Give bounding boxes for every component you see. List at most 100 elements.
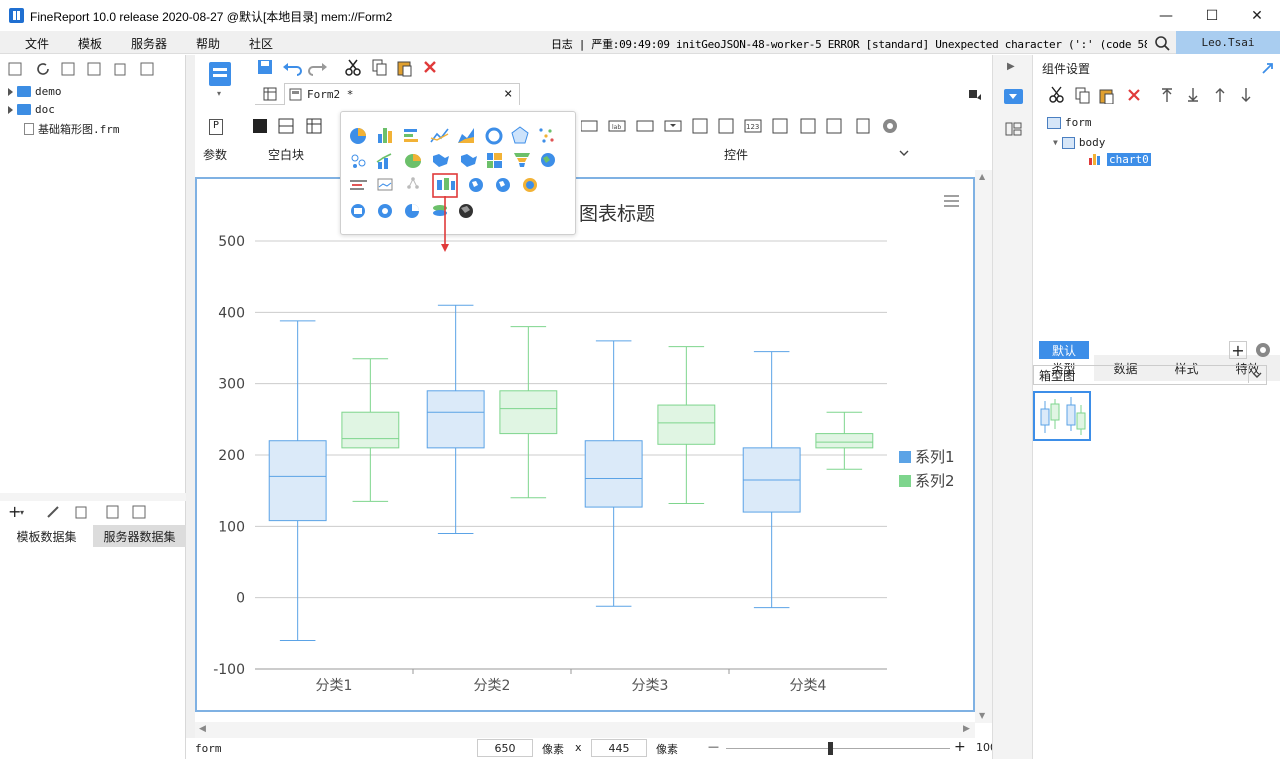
form-icon	[289, 88, 302, 101]
component-settings-icon[interactable]	[1004, 89, 1023, 104]
box-2-1[interactable]	[341, 358, 400, 502]
tab-close-icon[interactable]: ×	[504, 86, 512, 102]
scroll-left-icon[interactable]: ◀	[199, 724, 206, 734]
menu-community[interactable]: 社区	[249, 35, 273, 52]
chart-title[interactable]: 图表标题	[579, 203, 655, 225]
grid-icon[interactable]	[263, 87, 277, 101]
x-axis: 分类1 分类2 分类3 分类4	[316, 669, 827, 694]
group-blank-label: 空白块	[268, 148, 305, 162]
scroll-up-icon[interactable]: ▲	[979, 172, 985, 181]
log-message[interactable]: 日志 | 严重:09:49:09 initGeoJSON-48-worker-5…	[551, 36, 1147, 52]
left-toolbar	[8, 62, 154, 76]
radar-chart-icon	[511, 126, 529, 144]
heatmap-chart-icon	[351, 204, 365, 218]
x-tick-label: 分类3	[632, 678, 669, 694]
close-window-button[interactable]: ✕	[1234, 0, 1280, 31]
box-1-4[interactable]	[742, 351, 801, 609]
chevron-down-icon[interactable]	[898, 148, 910, 158]
zoom-slider-track[interactable]	[726, 748, 950, 749]
folder-icon	[17, 104, 31, 115]
panel-divider[interactable]	[0, 493, 186, 501]
template-menu-icon[interactable]: ▾	[207, 60, 233, 96]
width-input[interactable]: 650	[477, 739, 533, 757]
default-button[interactable]: 默认	[1039, 341, 1089, 359]
bubble-chart-icon	[351, 154, 366, 168]
box-1-2[interactable]	[426, 304, 485, 534]
scroll-down-icon[interactable]: ▼	[979, 711, 985, 720]
tree-item-file[interactable]: 基础箱形图.frm	[24, 121, 120, 137]
tree-node-chart0[interactable]: chart0	[1088, 152, 1151, 166]
collapse-right-icon[interactable]: ▶	[1007, 61, 1015, 72]
menu-server[interactable]: 服务器	[131, 35, 167, 52]
svg-text:123: 123	[746, 123, 759, 131]
box-2-3[interactable]	[657, 346, 716, 505]
group-widgets-label: 控件	[724, 148, 749, 162]
x-tick-label: 分类1	[316, 678, 353, 694]
chart-type-select[interactable]: 箱型图	[1033, 365, 1267, 385]
splitter[interactable]	[186, 55, 195, 759]
tree-item-label: 基础箱形图.frm	[38, 123, 120, 136]
chart-subtype-boxplot[interactable]	[1033, 391, 1091, 441]
boxplot-thumbnail-icon	[1040, 397, 1086, 435]
vertical-scrollbar[interactable]: ▲ ▼	[975, 170, 992, 723]
form-canvas[interactable]: -100 0 100 200 300 400 500 分类1 分类2 分类3 分类4 图表标题 系…	[195, 177, 975, 712]
tab-template-dataset[interactable]: 模板数据集	[0, 525, 93, 547]
box-body	[426, 390, 485, 449]
box-1-1[interactable]	[268, 320, 327, 641]
param-icon[interactable]: P	[209, 119, 223, 135]
tree-node-form[interactable]: form	[1047, 116, 1092, 129]
layout-icon[interactable]	[1005, 122, 1023, 136]
horizontal-scrollbar[interactable]: ◀ ▶	[195, 722, 975, 738]
expand-icon[interactable]	[8, 87, 13, 96]
add-button[interactable]: +	[1229, 341, 1247, 360]
component-toolbar[interactable]	[1047, 86, 1257, 104]
tree-node-label: body	[1078, 136, 1106, 149]
panel-toggle-icon[interactable]	[968, 88, 982, 100]
user-badge[interactable]: Leo.Tsai	[1176, 31, 1280, 54]
box-1-3[interactable]	[584, 340, 643, 607]
legend-label[interactable]: 系列2	[915, 472, 955, 490]
blank-block-icons[interactable]	[253, 118, 329, 134]
collapse-icon[interactable]: ▼	[1053, 138, 1058, 147]
title-bar: FineReport 10.0 release 2020-08-27 @默认[本…	[0, 0, 1280, 31]
gear-icon[interactable]	[1254, 341, 1272, 359]
expand-icon[interactable]	[8, 105, 13, 114]
menu-file[interactable]: 文件	[25, 35, 49, 52]
chart-type-icons[interactable]	[341, 112, 577, 236]
zoom-out-button[interactable]: —	[708, 740, 719, 753]
y-tick-label: -100	[213, 662, 245, 678]
chart-menu-icon[interactable]	[944, 195, 959, 207]
tree-item-demo[interactable]: demo	[8, 85, 62, 98]
maximize-button[interactable]: ☐	[1189, 0, 1235, 31]
box-2-2[interactable]	[499, 326, 558, 499]
pie-3d-icon	[405, 154, 421, 168]
search-icon[interactable]	[1154, 35, 1171, 52]
map-icon-2	[461, 154, 477, 167]
right-panel: 组件设置 form ▼ body chart0 类型 数据 样式 特效 默认 +…	[1033, 55, 1280, 759]
tree-node-body[interactable]: ▼ body	[1053, 136, 1105, 149]
globe-chart-icon-3	[496, 178, 510, 192]
zoom-in-button[interactable]: +	[954, 739, 966, 755]
tab-server-dataset[interactable]: 服务器数据集	[93, 525, 186, 547]
pin-icon[interactable]	[1261, 61, 1275, 75]
legend-swatch[interactable]	[899, 475, 911, 487]
tab-form2[interactable]: Form2 * ×	[284, 83, 520, 105]
line-chart-icon	[430, 128, 449, 143]
legend-swatch[interactable]	[899, 451, 911, 463]
menu-template[interactable]: 模板	[78, 35, 102, 52]
box-2-4[interactable]	[815, 411, 874, 470]
svg-text:lab: lab	[612, 124, 621, 131]
widget-icons[interactable]: lab 123	[581, 117, 911, 135]
height-input[interactable]: 445	[591, 739, 647, 757]
frame-chart-icon	[377, 178, 393, 191]
minimize-button[interactable]: —	[1143, 0, 1189, 31]
zoom-slider-thumb[interactable]	[828, 742, 833, 755]
legend-label[interactable]: 系列1	[915, 448, 955, 466]
x-tick-label: 分类4	[790, 678, 827, 694]
menu-help[interactable]: 帮助	[196, 35, 220, 52]
scroll-right-icon[interactable]: ▶	[963, 724, 970, 734]
tree-item-doc[interactable]: doc	[8, 103, 55, 116]
chevron-down-icon[interactable]	[1248, 367, 1264, 383]
boxplot-chart[interactable]: -100 0 100 200 300 400 500 分类1 分类2 分类3 分类4 图表标题 系…	[197, 179, 973, 710]
progress-ring-icon	[405, 204, 419, 218]
